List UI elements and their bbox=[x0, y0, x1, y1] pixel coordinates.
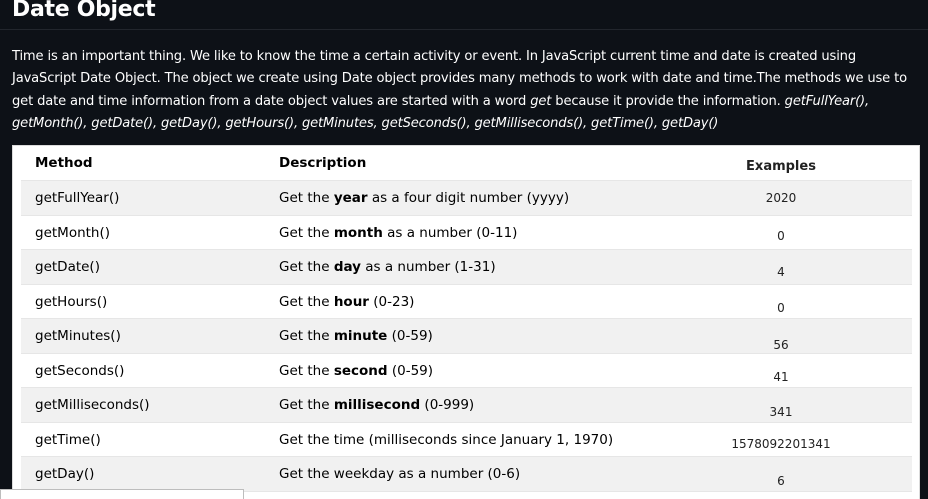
description-text: Get the bbox=[279, 328, 334, 344]
description-text: as a number (0-11) bbox=[382, 224, 518, 241]
table-row: getFullYear() Get the year as a four dig… bbox=[21, 181, 912, 216]
method-cell: getSeconds() bbox=[35, 362, 125, 379]
description-bold: month bbox=[333, 224, 383, 241]
example-cell: 0 bbox=[777, 228, 785, 243]
method-cell: getMinutes() bbox=[35, 328, 121, 344]
description-cell: Get the year as a four digit number (yyy… bbox=[279, 181, 569, 215]
description-text: as a four digit number (yyyy) bbox=[367, 190, 570, 206]
method-cell: getMonth() bbox=[35, 224, 111, 241]
description-text: as a number (1-31) bbox=[360, 259, 496, 275]
intro-em-word: get bbox=[530, 93, 552, 109]
header-description: Description bbox=[279, 155, 367, 171]
description-text: (0-59) bbox=[387, 362, 434, 379]
description-cell: Get the weekday as a number (0-6) bbox=[279, 457, 520, 491]
description-text: Get the bbox=[279, 259, 334, 275]
description-cell: Get the second (0-59) bbox=[279, 354, 433, 388]
description-bold: year bbox=[333, 190, 368, 206]
title-divider bbox=[0, 29, 928, 30]
example-cell: 2020 bbox=[765, 191, 797, 205]
example-cell: 6 bbox=[777, 474, 785, 488]
method-cell: getDate() bbox=[35, 259, 100, 275]
method-cell: getTime() bbox=[35, 431, 101, 448]
description-cell: Get the hour (0-23) bbox=[279, 285, 414, 319]
table-row: getDay() Get the weekday as a number (0-… bbox=[21, 457, 912, 492]
table-header-row: Method Description Examples bbox=[21, 146, 912, 181]
description-text: Get the bbox=[279, 362, 334, 379]
partial-overlay-box bbox=[0, 489, 244, 499]
description-cell: Get the time (milliseconds since January… bbox=[279, 423, 613, 457]
method-cell: getFullYear() bbox=[35, 190, 120, 206]
description-cell: Get the minute (0-59) bbox=[279, 319, 433, 353]
page-title: Date Object bbox=[12, 0, 156, 22]
description-text: Get the bbox=[279, 224, 334, 241]
description-cell: Get the millisecond (0-999) bbox=[279, 388, 474, 422]
example-cell: 1578092201341 bbox=[731, 436, 831, 451]
table-row: getMinutes() Get the minute (0-59) 56 bbox=[21, 319, 912, 354]
description-text: Get the weekday as a number (0-6) bbox=[279, 466, 521, 482]
description-bold: minute bbox=[333, 328, 388, 344]
description-text: (0-999) bbox=[420, 397, 475, 413]
intro-text-2: because it provide the information. bbox=[551, 93, 785, 109]
description-bold: second bbox=[333, 362, 388, 379]
description-cell: Get the month as a number (0-11) bbox=[279, 216, 517, 250]
intro-paragraph: Time is an important thing. We like to k… bbox=[12, 46, 917, 135]
description-text: Get the bbox=[279, 190, 334, 206]
description-cell: Get the day as a number (1-31) bbox=[279, 250, 496, 284]
description-text: Get the bbox=[279, 293, 334, 310]
table-row: getMonth() Get the month as a number (0-… bbox=[21, 215, 912, 250]
method-cell: getHours() bbox=[35, 293, 108, 310]
methods-table: Method Description Examples getFullYear(… bbox=[12, 145, 920, 499]
method-cell: getMilliseconds() bbox=[35, 397, 150, 413]
table-row: getTime() Get the time (milliseconds sin… bbox=[21, 422, 912, 457]
description-bold: day bbox=[333, 259, 361, 275]
description-text: (0-59) bbox=[387, 328, 433, 344]
description-text: Get the time (milliseconds since January… bbox=[279, 431, 614, 448]
description-text: Get the bbox=[279, 397, 334, 413]
header-examples: Examples bbox=[746, 158, 816, 174]
description-bold: millisecond bbox=[333, 397, 421, 413]
table-row: getDate() Get the day as a number (1-31)… bbox=[21, 250, 912, 285]
description-bold: hour bbox=[333, 293, 369, 310]
table-row: getHours() Get the hour (0-23) 0 bbox=[21, 284, 912, 319]
description-text: (0-23) bbox=[368, 293, 415, 310]
method-cell: getDay() bbox=[35, 466, 95, 482]
table-row: getMilliseconds() Get the millisecond (0… bbox=[21, 388, 912, 423]
table-row: getSeconds() Get the second (0-59) 41 bbox=[21, 353, 912, 388]
header-method: Method bbox=[35, 155, 93, 171]
